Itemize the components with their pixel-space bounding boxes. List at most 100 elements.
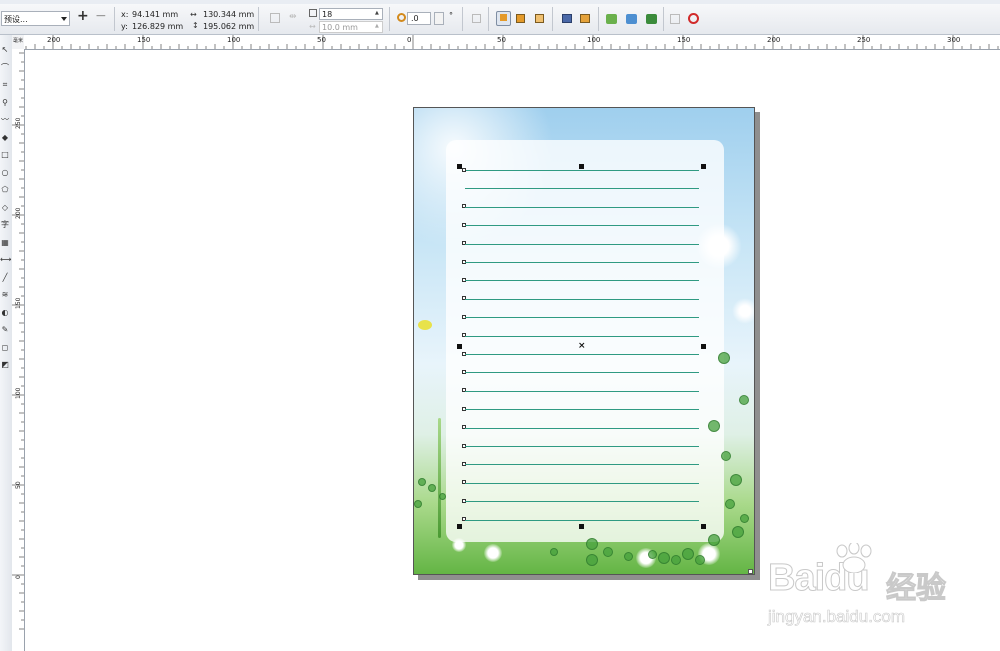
spacing-field[interactable]: 10.0 mm ▲ xyxy=(319,21,383,33)
weld-icon[interactable] xyxy=(670,14,680,24)
ruled-line[interactable] xyxy=(465,336,699,337)
distribute-icon[interactable]: ⇹ xyxy=(289,12,297,22)
arrange-forward-icon[interactable] xyxy=(535,14,544,23)
divider xyxy=(389,7,390,31)
remove-preset-button[interactable]: − xyxy=(95,8,107,24)
rectangle-icon[interactable]: □ xyxy=(0,150,10,160)
ruled-line[interactable] xyxy=(465,299,699,300)
smart-fill-icon[interactable]: ◆ xyxy=(0,133,10,143)
bokeh-circle xyxy=(671,555,681,565)
ruled-line[interactable] xyxy=(465,372,699,373)
group-icon[interactable] xyxy=(562,14,572,23)
ruled-line[interactable] xyxy=(465,446,699,447)
watermark-url: jingyan.baidu.com xyxy=(768,607,906,627)
freehand-icon[interactable]: 〰 xyxy=(0,115,10,125)
ruled-line[interactable] xyxy=(465,280,699,281)
polygon-icon[interactable]: ⬠ xyxy=(0,185,10,195)
y-position-field[interactable]: 126.829 mm xyxy=(132,22,183,31)
divider xyxy=(258,7,259,31)
angle-field[interactable]: .0 xyxy=(407,12,431,25)
bokeh-circle xyxy=(730,474,742,486)
ruled-line[interactable] xyxy=(465,225,699,226)
divider xyxy=(114,7,115,31)
pick-icon[interactable]: ↖ xyxy=(0,45,10,55)
text-icon[interactable]: 字 xyxy=(0,220,10,230)
selection-handle[interactable] xyxy=(457,344,462,349)
vertical-ruler[interactable]: 250 200 150 100 50 0 xyxy=(12,49,25,651)
ruled-line[interactable] xyxy=(465,188,699,189)
selection-handle[interactable] xyxy=(701,524,706,529)
divider xyxy=(552,7,553,31)
ruled-line[interactable] xyxy=(465,354,699,355)
ruled-line[interactable] xyxy=(465,501,699,502)
ruled-line[interactable] xyxy=(465,262,699,263)
blend-icon[interactable]: ≋ xyxy=(0,290,10,300)
bokeh-circle xyxy=(414,500,422,508)
ruled-line[interactable] xyxy=(465,409,699,410)
selection-handle[interactable] xyxy=(579,164,584,169)
arrange-back-icon[interactable] xyxy=(516,14,525,23)
ruled-line[interactable] xyxy=(465,317,699,318)
center-marker-icon[interactable]: × xyxy=(578,341,586,351)
x-position-field[interactable]: 94.141 mm xyxy=(132,10,178,19)
bokeh-circle xyxy=(658,552,670,564)
bokeh-circle xyxy=(739,395,749,405)
bokeh-circle xyxy=(647,549,657,559)
combine-icon[interactable] xyxy=(606,14,617,24)
horizontal-ruler[interactable]: 200 150 100 50 0 50 100 150 200 250 300 xyxy=(24,35,1000,50)
ellipse-icon[interactable]: ○ xyxy=(0,168,10,178)
crop-icon[interactable]: ⌗ xyxy=(0,80,10,90)
selection-handle[interactable] xyxy=(579,524,584,529)
ruled-line[interactable] xyxy=(465,483,699,484)
connector-icon[interactable]: ╱ xyxy=(0,273,10,283)
selection-handle[interactable] xyxy=(701,344,706,349)
shape-icon[interactable]: ⌒ xyxy=(0,63,10,73)
height-field[interactable]: 195.062 mm xyxy=(203,22,254,31)
angle-spinner[interactable] xyxy=(434,12,444,25)
document-page[interactable]: × xyxy=(413,107,755,575)
transparency-icon[interactable]: ◐ xyxy=(0,308,10,318)
light-flare xyxy=(732,298,754,324)
ruled-line[interactable] xyxy=(465,207,699,208)
divider xyxy=(462,7,463,31)
height-arrows-icon: ↕ xyxy=(192,21,199,30)
fill-icon[interactable]: ◩ xyxy=(0,360,10,370)
ruled-line[interactable] xyxy=(465,391,699,392)
selection-handle[interactable] xyxy=(701,164,706,169)
ruled-line[interactable] xyxy=(465,170,699,171)
preset-dropdown[interactable]: 预设... xyxy=(1,11,70,26)
ungroup-icon[interactable] xyxy=(580,14,590,23)
width-field[interactable]: 130.344 mm xyxy=(203,10,254,19)
count-field[interactable]: 18 ▲ xyxy=(319,8,383,20)
divider xyxy=(598,7,599,31)
align-icon[interactable] xyxy=(270,13,280,23)
table-icon[interactable]: ▦ xyxy=(0,238,10,248)
add-preset-button[interactable]: + xyxy=(77,8,89,24)
trim-icon[interactable] xyxy=(646,14,657,24)
count-value: 18 xyxy=(322,10,333,19)
ruler-label: 150 xyxy=(137,36,150,44)
basic-shapes-icon[interactable]: ◇ xyxy=(0,203,10,213)
ruled-line[interactable] xyxy=(465,520,699,521)
ruler-label: 0 xyxy=(15,575,22,579)
light-flare xyxy=(484,544,502,562)
flower-decoration xyxy=(418,320,432,330)
ruled-line[interactable] xyxy=(465,464,699,465)
divider xyxy=(663,7,664,31)
spacing-value: 10.0 mm xyxy=(322,23,358,32)
zoom-icon[interactable]: ⚲ xyxy=(0,98,10,108)
ruler-unit-label: 毫米 xyxy=(13,38,24,44)
selection-handle[interactable] xyxy=(457,524,462,529)
dimension-icon[interactable]: ⟷ xyxy=(0,255,11,265)
ruled-line[interactable] xyxy=(465,428,699,429)
ruler-label: 0 xyxy=(407,36,411,44)
ruled-line[interactable] xyxy=(465,244,699,245)
eyedropper-icon[interactable]: ✎ xyxy=(0,325,10,335)
break-apart-icon[interactable] xyxy=(626,14,637,24)
spin-icon[interactable]: ▲ xyxy=(375,23,379,29)
outline-icon[interactable]: ◻ xyxy=(0,343,10,353)
mirror-icon[interactable] xyxy=(472,14,481,23)
no-entry-icon[interactable] xyxy=(688,13,699,24)
spin-icon[interactable]: ▲ xyxy=(375,10,379,16)
line-node[interactable] xyxy=(462,168,466,172)
